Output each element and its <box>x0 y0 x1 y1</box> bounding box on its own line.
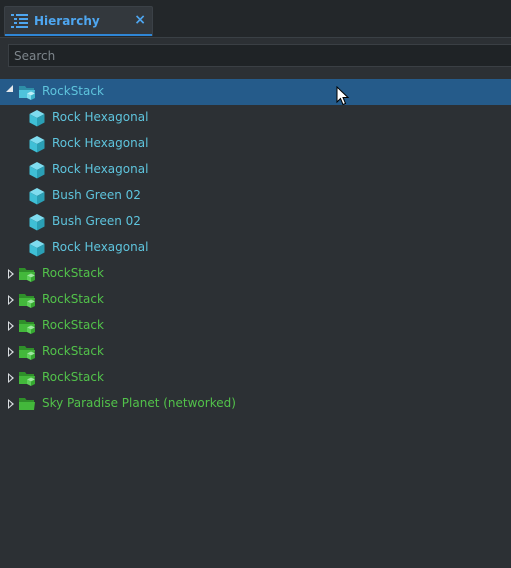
tree-item-child[interactable]: Rock Hexagonal <box>0 235 511 261</box>
tree-item-label: Bush Green 02 <box>52 214 141 228</box>
close-icon[interactable]: × <box>134 12 146 28</box>
prefab-folder-icon <box>19 320 35 334</box>
tree-item-label: RockStack <box>42 318 104 332</box>
tree-item-label: Rock Hexagonal <box>52 136 149 150</box>
mouse-cursor-icon <box>336 86 350 106</box>
prefab-folder-icon <box>19 294 35 308</box>
tree-item-child[interactable]: Bush Green 02 <box>0 183 511 209</box>
tree-item-group[interactable]: RockStack <box>0 287 511 313</box>
prefab-folder-icon <box>19 346 35 360</box>
hierarchy-panel: Hierarchy × RockStack Rock Hexagonal Rock … <box>0 0 511 568</box>
tree-item-child[interactable]: Bush Green 02 <box>0 209 511 235</box>
collapsed-arrow-icon[interactable] <box>8 269 14 279</box>
tree-item-label: Rock Hexagonal <box>52 240 149 254</box>
tree-item-label: Bush Green 02 <box>52 188 141 202</box>
collapsed-arrow-icon[interactable] <box>8 295 14 305</box>
tree-item-group[interactable]: RockStack <box>0 261 511 287</box>
prefab-folder-icon <box>19 372 35 386</box>
tree-item-group[interactable]: RockStack <box>0 365 511 391</box>
tree-item-label: RockStack <box>42 266 104 280</box>
tree-item-group[interactable]: RockStack <box>0 313 511 339</box>
tree-item-label: Sky Paradise Planet (networked) <box>42 396 236 410</box>
search-input[interactable] <box>8 44 511 67</box>
tab-active-indicator <box>5 34 152 36</box>
tab-hierarchy[interactable]: Hierarchy × <box>4 6 153 36</box>
cube-icon <box>29 214 45 231</box>
tree-item-child[interactable]: Rock Hexagonal <box>0 157 511 183</box>
cube-icon <box>29 162 45 179</box>
collapsed-arrow-icon[interactable] <box>8 321 14 331</box>
tree-item-group[interactable]: RockStack <box>0 339 511 365</box>
tree-item-label: Rock Hexagonal <box>52 162 149 176</box>
hierarchy-list-icon <box>11 14 28 28</box>
cube-icon <box>29 240 45 257</box>
hierarchy-tree: RockStack Rock Hexagonal Rock Hexagonal Roc… <box>0 79 511 417</box>
prefab-folder-icon <box>19 86 35 100</box>
tree-item-group[interactable]: Sky Paradise Planet (networked) <box>0 391 511 417</box>
prefab-folder-icon <box>19 268 35 282</box>
cube-icon <box>29 188 45 205</box>
expanded-arrow-icon[interactable] <box>6 85 13 92</box>
tree-item-label: RockStack <box>42 292 104 306</box>
tree-item-label: RockStack <box>42 370 104 384</box>
collapsed-arrow-icon[interactable] <box>8 347 14 357</box>
tree-item-child[interactable]: Rock Hexagonal <box>0 131 511 157</box>
tab-bar: Hierarchy × <box>0 0 511 38</box>
folder-icon <box>19 398 35 410</box>
cube-icon <box>29 110 45 127</box>
cube-icon <box>29 136 45 153</box>
collapsed-arrow-icon[interactable] <box>8 373 14 383</box>
tab-title: Hierarchy <box>34 14 100 28</box>
tree-item-label: RockStack <box>42 84 104 98</box>
tree-item-label: RockStack <box>42 344 104 358</box>
tree-item-label: Rock Hexagonal <box>52 110 149 124</box>
tree-item-root[interactable]: RockStack <box>0 79 511 105</box>
tab-divider <box>0 37 511 38</box>
collapsed-arrow-icon[interactable] <box>8 399 14 409</box>
tree-item-child[interactable]: Rock Hexagonal <box>0 105 511 131</box>
